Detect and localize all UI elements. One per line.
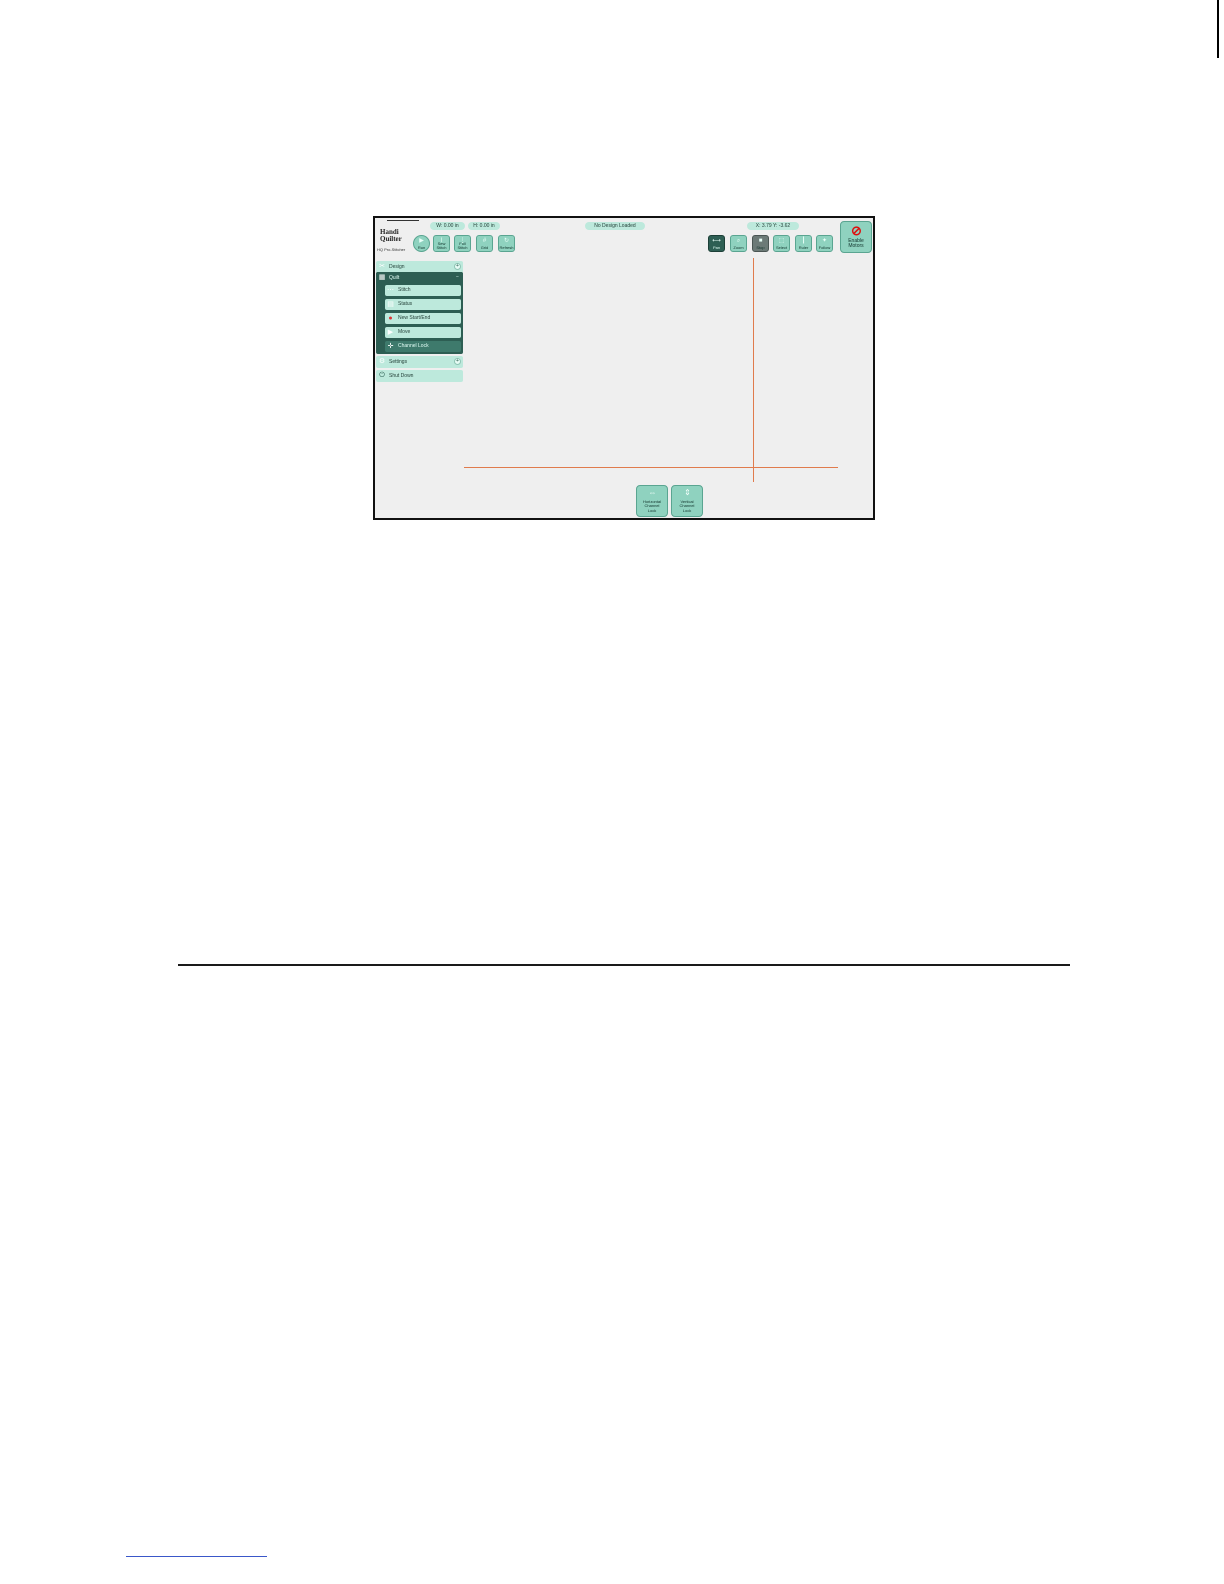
menu-stitch-label: Stitch (398, 287, 411, 293)
play-icon: ▶ (419, 238, 424, 244)
height-readout: H: 0.00 in (468, 222, 500, 230)
footnote-rule (126, 1556, 267, 1557)
menu-shut-down[interactable]: ⏻ Shut Down (376, 370, 463, 382)
menu-channel-lock[interactable]: ✛ Channel Lock (385, 341, 461, 352)
pan-button[interactable]: ⟷ Pan (708, 235, 725, 252)
vertical-channel-lock-label: Vertical Channel Lock (679, 499, 695, 513)
menu-settings[interactable]: ⚙ Settings + (376, 356, 463, 368)
document-divider (178, 964, 1070, 966)
power-icon: ⏻ (379, 372, 385, 379)
full-stitch-label: Full Stitch (457, 241, 468, 250)
refresh-button[interactable]: ↻ Refresh (498, 235, 515, 252)
design-status: No Design Loaded (585, 222, 645, 230)
enable-motors-label: Enable Motors (848, 238, 864, 249)
quilt-icon: ▦ (378, 274, 386, 281)
refresh-icon: ↻ (503, 238, 510, 244)
app-screenshot: Handi Quilter HQ Pro-Stitcher W: 0.00 in… (373, 216, 875, 520)
follow-button[interactable]: ✦ Follow (816, 235, 833, 252)
sew-stitch-label: Sew Stitch (436, 241, 447, 250)
pan-label: Pan (712, 245, 721, 250)
select-icon: ⬚ (778, 238, 785, 244)
crosshair-vertical (753, 258, 754, 482)
horizontal-channel-lock-button[interactable]: ⇔ Horizontal Channel Lock (636, 485, 668, 517)
grid-label: Grid (480, 245, 489, 250)
status-icon: ▤ (387, 301, 394, 308)
zoom-button[interactable]: ⌕ Zoom (730, 235, 747, 252)
run-button[interactable]: ▶ Run (413, 235, 430, 252)
logo-subtitle: HQ Pro-Stitcher (377, 247, 406, 252)
horizontal-channel-lock-label: Horizontal Channel Lock (642, 499, 661, 513)
run-label: Run (417, 245, 426, 250)
follow-icon: ✦ (821, 238, 828, 244)
ruler-label: Ruler (798, 245, 809, 250)
settings-icon: ⚙ (378, 358, 386, 365)
motors-disabled-icon: ⊘ (851, 223, 862, 238)
zoom-icon: ⌕ (736, 238, 741, 244)
menu-stitch[interactable]: ⋯ Stitch (385, 285, 461, 296)
channel-lock-icon: ✛ (387, 343, 394, 350)
pan-arrows-icon: ⟷ (712, 238, 721, 244)
menu-move[interactable]: ▶ Move (385, 327, 461, 338)
menu-quilt[interactable]: ▦ Quilt − (376, 272, 463, 284)
full-stitch-button[interactable]: ⋮ Full Stitch (454, 235, 471, 252)
width-readout: W: 0.00 in (430, 222, 465, 230)
page-edge-mark (1217, 0, 1219, 58)
menu-settings-label: Settings (389, 359, 408, 365)
enable-motors-button[interactable]: ⊘ Enable Motors (840, 221, 872, 253)
vertical-channel-lock-button[interactable]: ⇕ Vertical Channel Lock (671, 485, 703, 517)
refresh-label: Refresh (499, 245, 514, 250)
vertical-lock-icon: ⇕ (684, 488, 691, 497)
grid-button[interactable]: # Grid (476, 235, 493, 252)
zoom-label: Zoom (733, 245, 744, 250)
collapse-quilt-icon[interactable]: − (454, 274, 461, 281)
start-end-icon: ● (388, 315, 393, 322)
menu-new-start-end-label: New Start/End (398, 315, 431, 321)
move-icon: ▶ (387, 329, 394, 336)
menu-quilt-label: Quilt (389, 275, 400, 281)
menu-new-start-end[interactable]: ● New Start/End (385, 313, 461, 324)
menu-channel-lock-label: Channel Lock (398, 343, 429, 349)
select-button[interactable]: ⬚ Select (773, 235, 790, 252)
sew-stitch-button[interactable]: ⌇ Sew Stitch (433, 235, 450, 252)
stop-label: Stop (756, 245, 765, 250)
quilt-group: ▦ Quilt − ⋯ Stitch ▤ Status ● New Start/… (376, 272, 463, 354)
menu-shut-down-label: Shut Down (389, 373, 414, 379)
logo-bar (387, 220, 419, 221)
ruler-button[interactable]: ┃ Ruler (795, 235, 812, 252)
stop-icon: ■ (758, 238, 763, 244)
crosshair-horizontal (464, 467, 838, 468)
menu-status-label: Status (398, 301, 413, 307)
follow-label: Follow (818, 245, 831, 250)
select-label: Select (775, 245, 788, 250)
expand-design-icon[interactable]: + (454, 263, 461, 270)
ruler-icon: ┃ (801, 238, 806, 244)
horizontal-lock-icon: ⇔ (648, 488, 657, 497)
coordinate-readout: X: 3.79 Y: -3.62 (747, 222, 799, 230)
menu-move-label: Move (398, 329, 411, 335)
design-icon: ✂ (379, 263, 385, 270)
logo-line2: Quilter (380, 235, 402, 243)
stop-button[interactable]: ■ Stop (752, 235, 769, 252)
expand-settings-icon[interactable]: + (454, 358, 461, 365)
menu-status[interactable]: ▤ Status (385, 299, 461, 310)
grid-icon: # (482, 238, 487, 244)
stitch-icon: ⋯ (387, 287, 394, 294)
